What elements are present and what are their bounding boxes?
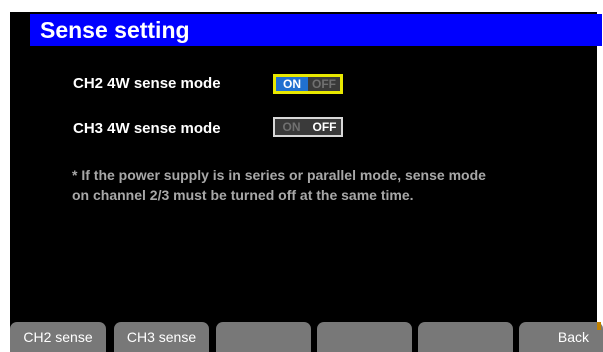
sense-mode-note: * If the power supply is in series or pa… [72, 165, 582, 205]
note-line-2: on channel 2/3 must be turned off at the… [72, 187, 414, 203]
ch2-toggle-off[interactable]: OFF [308, 77, 340, 91]
softkey-ch2-sense[interactable]: CH2 sense [10, 322, 106, 352]
screen-bezel-top [0, 0, 603, 12]
ch3-sense-mode-toggle[interactable]: ON OFF [273, 117, 343, 137]
ch3-toggle-on[interactable]: ON [275, 119, 308, 135]
ch2-sense-mode-label: CH2 4W sense mode [73, 75, 221, 92]
softkey-ch3-sense[interactable]: CH3 sense [114, 322, 209, 352]
page-title: Sense setting [30, 14, 602, 46]
softkey-back[interactable]: Back [519, 322, 603, 352]
softkey-bar: CH2 sense CH3 sense Back [10, 322, 603, 352]
softkey-3[interactable] [216, 322, 311, 352]
ch3-sense-mode-label: CH3 4W sense mode [73, 120, 221, 137]
ch3-toggle-off[interactable]: OFF [308, 119, 341, 135]
screen-bezel-left [0, 0, 10, 352]
ch2-toggle-on[interactable]: ON [276, 77, 308, 91]
note-line-1: * If the power supply is in series or pa… [72, 167, 486, 183]
instrument-screen: Sense setting CH2 4W sense mode ON OFF C… [0, 0, 603, 352]
softkey-5[interactable] [418, 322, 513, 352]
softkey-4[interactable] [317, 322, 412, 352]
corner-indicator [597, 322, 601, 330]
screen-bezel-right [597, 0, 603, 352]
ch2-sense-mode-toggle[interactable]: ON OFF [273, 74, 343, 94]
